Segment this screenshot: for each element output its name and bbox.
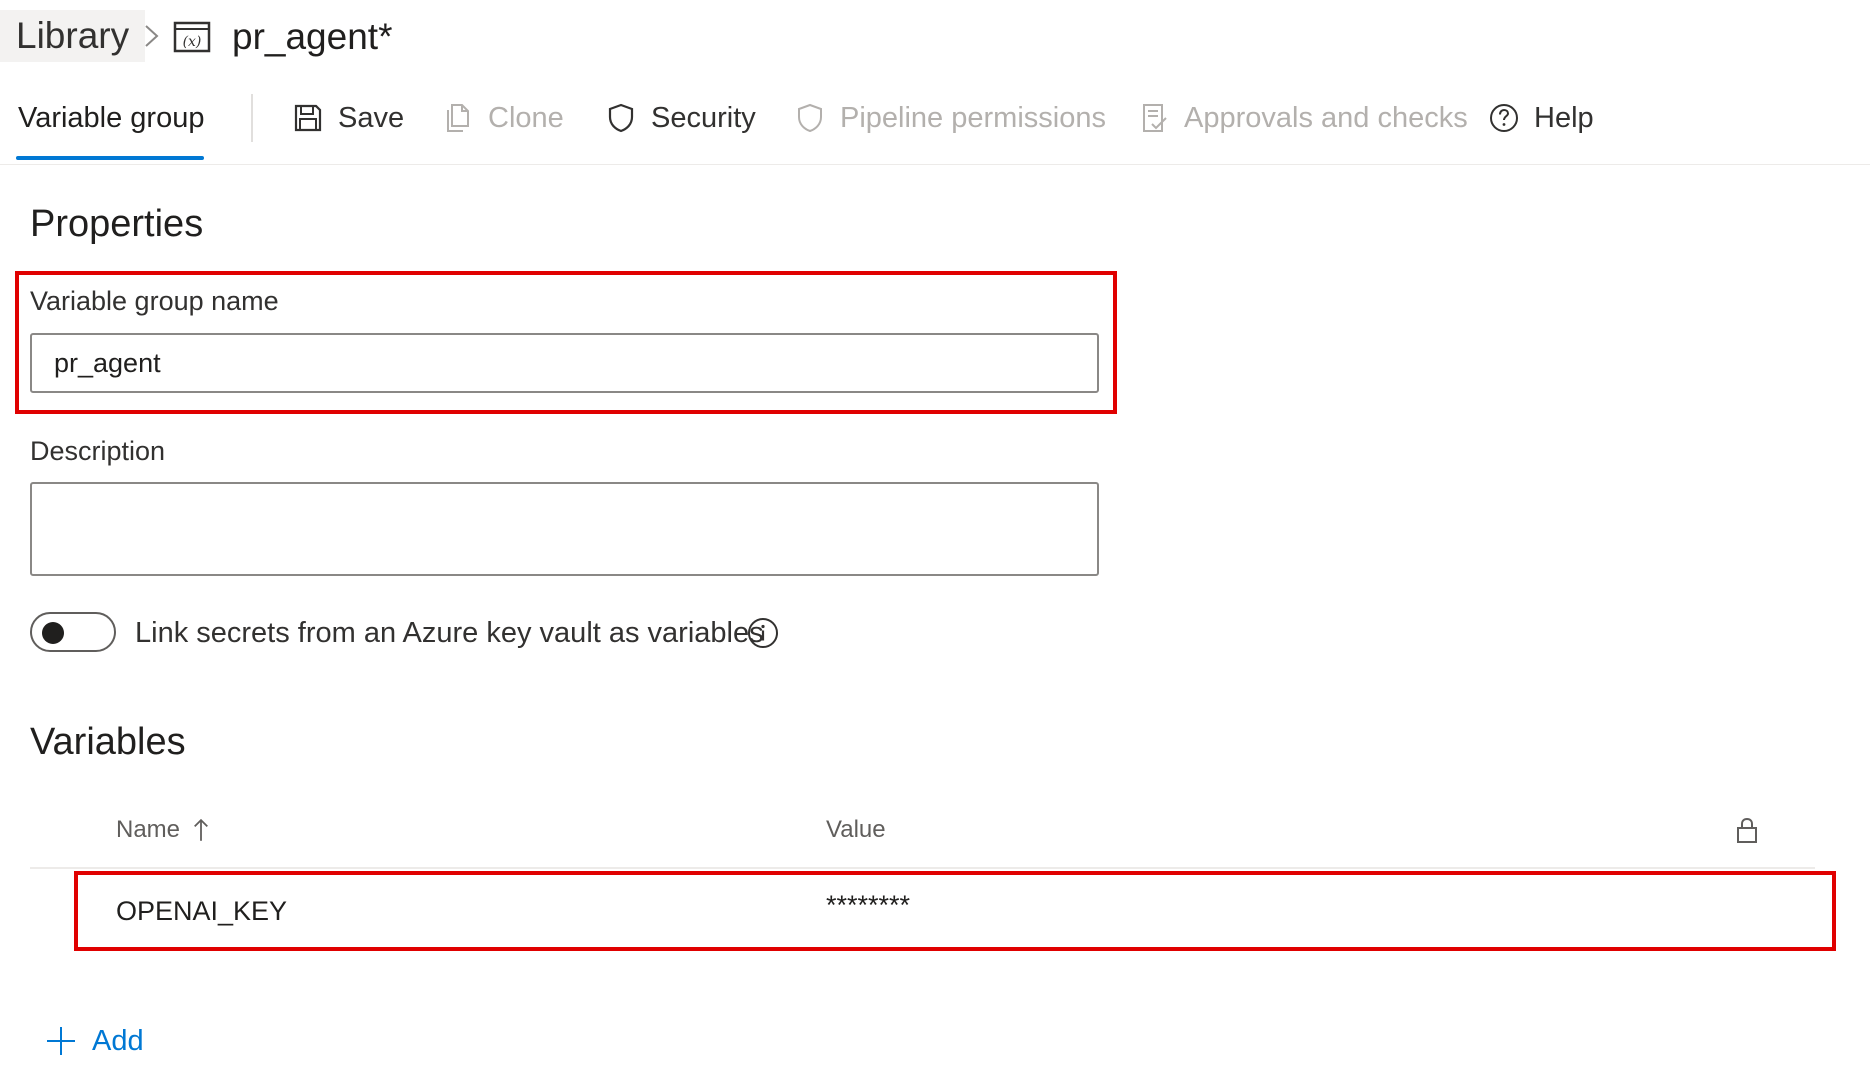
table-header-rule [30, 867, 1815, 869]
toolbar-border [0, 164, 1870, 165]
chevron-right-icon [145, 25, 159, 47]
help-label: Help [1534, 101, 1594, 134]
column-header-value: Value [826, 816, 886, 843]
tab-active-indicator [16, 156, 204, 160]
save-button[interactable]: Save [292, 96, 404, 140]
approvals-checks-label: Approvals and checks [1184, 101, 1468, 134]
security-label: Security [651, 101, 756, 134]
breadcrumb-library[interactable]: Library [0, 10, 146, 62]
keyvault-toggle[interactable] [30, 612, 116, 652]
plus-icon [47, 1027, 75, 1055]
add-variable-label: Add [92, 1024, 144, 1057]
save-label: Save [338, 101, 405, 134]
variable-name-cell[interactable]: OPENAI_KEY [116, 893, 287, 929]
clone-label: Clone [488, 101, 564, 134]
keyvault-toggle-label: Link secrets from an Azure key vault as … [135, 617, 764, 649]
variables-heading: Variables [30, 721, 186, 763]
table-row[interactable]: OPENAI_KEY ******** [78, 875, 1832, 947]
help-icon [1490, 104, 1518, 132]
info-icon[interactable] [746, 616, 780, 650]
add-variable-button[interactable]: Add [44, 1018, 144, 1064]
approvals-checks-button[interactable]: Approvals and checks [1138, 96, 1468, 140]
pipeline-permissions-button[interactable]: Pipeline permissions [794, 96, 1106, 140]
description-label: Description [30, 436, 166, 466]
column-header-name[interactable]: Name [116, 812, 210, 848]
help-button[interactable]: Help [1488, 96, 1594, 140]
variable-value-cell[interactable]: ******** [826, 887, 910, 923]
security-button[interactable]: Security [605, 96, 756, 140]
variable-group-name-input[interactable] [30, 333, 1099, 393]
svg-text:(x): (x) [183, 34, 202, 50]
shield-icon [608, 103, 634, 133]
checklist-icon [1143, 104, 1167, 132]
tab-variable-group[interactable]: Variable group [18, 96, 204, 140]
toggle-knob [42, 622, 64, 644]
shield-outline-icon [798, 103, 822, 133]
lock-icon [1737, 817, 1757, 843]
pipeline-permissions-label: Pipeline permissions [840, 101, 1106, 134]
column-header-name-label: Name [116, 816, 181, 843]
clone-button[interactable]: Clone [442, 96, 564, 140]
properties-heading: Properties [30, 203, 204, 245]
description-input[interactable] [30, 482, 1099, 576]
toolbar-divider [251, 94, 253, 142]
arrow-up-icon [194, 818, 208, 841]
clone-icon [447, 104, 469, 132]
variable-group-icon: (x) [173, 21, 211, 53]
page-title: pr_agent* [232, 16, 393, 57]
save-icon [294, 104, 322, 132]
variable-group-name-label: Variable group name [30, 286, 279, 316]
